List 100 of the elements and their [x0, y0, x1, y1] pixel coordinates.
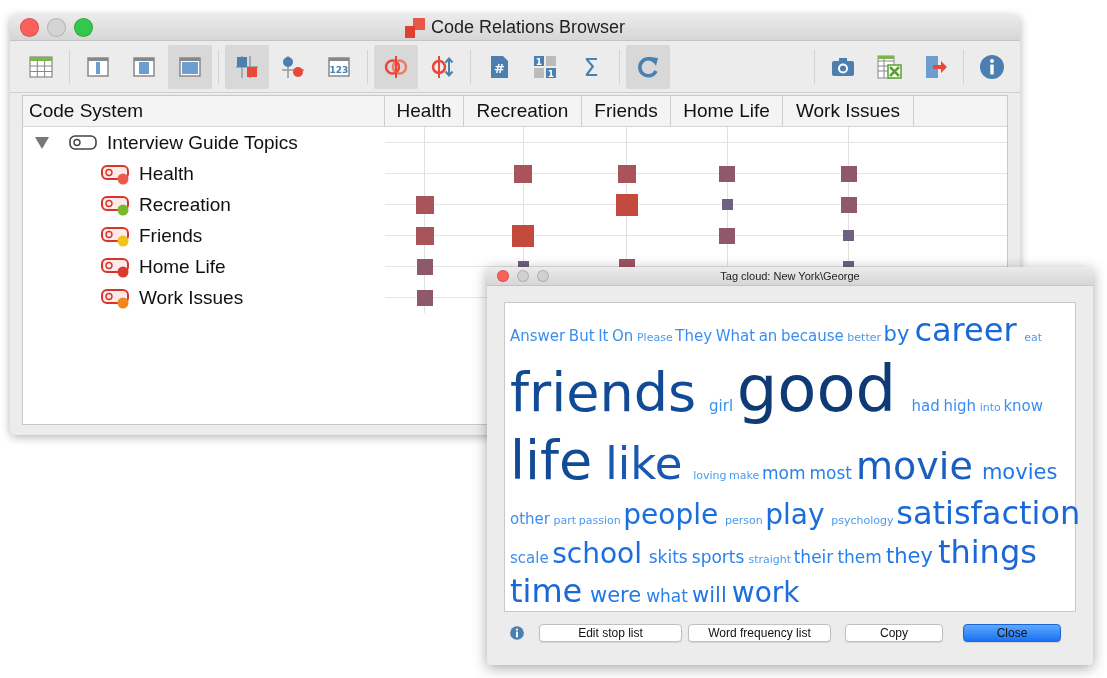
- dialog-button[interactable]: Word frequency list: [688, 624, 831, 642]
- relation-square[interactable]: [615, 193, 638, 216]
- toolbar-button[interactable]: [626, 44, 670, 89]
- relation-square[interactable]: [719, 165, 735, 182]
- cloud-word[interactable]: It: [598, 327, 609, 346]
- cloud-word[interactable]: they: [885, 544, 933, 570]
- cloud-word[interactable]: satisfaction: [896, 494, 1081, 533]
- cloud-word[interactable]: better: [847, 331, 881, 345]
- relation-square[interactable]: [721, 199, 733, 210]
- toolbar-button[interactable]: [225, 44, 269, 89]
- code-tag-icon: [101, 288, 129, 304]
- cloud-word[interactable]: them: [837, 547, 882, 568]
- code-label[interactable]: Home Life: [139, 255, 226, 278]
- cloud-word[interactable]: most: [809, 463, 852, 484]
- relation-square[interactable]: [840, 165, 857, 182]
- relation-square[interactable]: [617, 164, 636, 183]
- column-header[interactable]: Home Life: [671, 96, 783, 126]
- cloud-word[interactable]: What: [715, 327, 756, 346]
- cloud-word[interactable]: life: [510, 428, 593, 494]
- cloud-word[interactable]: play: [765, 498, 825, 533]
- cloud-word[interactable]: school: [552, 537, 643, 572]
- toolbar-button[interactable]: 123: [317, 44, 361, 89]
- cloud-word[interactable]: person: [724, 514, 763, 528]
- cloud-word[interactable]: part: [553, 514, 577, 528]
- column-header[interactable]: Health: [385, 96, 464, 126]
- toolbar-button[interactable]: Σ: [569, 44, 613, 89]
- cloud-word[interactable]: good: [736, 350, 897, 429]
- cloud-word[interactable]: girl: [709, 397, 734, 416]
- relation-square[interactable]: [840, 196, 857, 213]
- cloud-word[interactable]: They: [675, 327, 713, 346]
- code-tag-icon: [101, 195, 129, 211]
- cloud-word[interactable]: psychology: [831, 514, 894, 528]
- code-label[interactable]: Interview Guide Topics: [107, 131, 298, 154]
- toolbar-button[interactable]: #: [477, 44, 521, 89]
- cloud-word[interactable]: sports: [691, 547, 745, 568]
- relation-square[interactable]: [719, 227, 735, 244]
- toolbar-button[interactable]: [168, 44, 212, 89]
- cloud-word[interactable]: friends: [510, 360, 697, 426]
- cloud-word[interactable]: But: [568, 327, 595, 346]
- cloud-word[interactable]: eat: [1024, 331, 1043, 345]
- cloud-word[interactable]: high: [943, 397, 977, 416]
- cloud-word[interactable]: were: [589, 583, 642, 609]
- cloud-word[interactable]: straight: [748, 553, 792, 567]
- cloud-word[interactable]: Answer: [510, 327, 566, 346]
- cloud-word[interactable]: know: [1003, 397, 1044, 416]
- sigma-icon: Σ: [577, 52, 605, 81]
- dialog-button[interactable]: Edit stop list: [539, 624, 682, 642]
- info-icon: [978, 52, 1006, 81]
- cloud-word[interactable]: scale: [510, 549, 549, 568]
- code-tag-icon: [101, 257, 129, 273]
- cloud-word[interactable]: what: [646, 586, 688, 607]
- disclosure-triangle[interactable]: [35, 136, 49, 149]
- cloud-word[interactable]: into: [979, 401, 1001, 415]
- code-label[interactable]: Health: [139, 162, 194, 185]
- window-title: Tag cloud: New York\George: [720, 270, 860, 282]
- cloud-word[interactable]: time: [510, 572, 583, 612]
- cloud-word[interactable]: passion: [578, 514, 621, 528]
- toolbar-button[interactable]: 1 1: [523, 44, 567, 89]
- window-title: Code Relations Browser: [430, 17, 626, 38]
- toolbar-button[interactable]: [374, 44, 418, 89]
- cloud-word[interactable]: their: [793, 547, 834, 568]
- code-label[interactable]: Recreation: [139, 193, 231, 216]
- zoom-button[interactable]: [74, 18, 93, 37]
- relation-square[interactable]: [416, 258, 433, 275]
- dialog-button[interactable]: Close: [963, 624, 1061, 642]
- relation-square[interactable]: [415, 195, 434, 214]
- app-logo-icon: [404, 17, 425, 38]
- cloud-word[interactable]: like: [605, 437, 683, 492]
- cloud-word[interactable]: movies: [981, 460, 1058, 486]
- cloud-word[interactable]: career: [914, 311, 1017, 351]
- cloud-word[interactable]: Please: [636, 331, 673, 345]
- cloud-word[interactable]: skits: [648, 547, 688, 568]
- cloud-word[interactable]: things: [937, 533, 1037, 573]
- close-button[interactable]: [20, 18, 39, 37]
- relation-square[interactable]: [415, 226, 434, 245]
- relation-square[interactable]: [512, 224, 534, 247]
- cloud-word[interactable]: an: [758, 327, 778, 346]
- code-label[interactable]: Friends: [139, 224, 203, 247]
- cloud-word[interactable]: will: [692, 583, 727, 609]
- dialog-button[interactable]: Copy: [845, 624, 943, 642]
- cloud-word[interactable]: people: [623, 498, 719, 533]
- close-button[interactable]: [497, 270, 509, 282]
- cloud-word[interactable]: loving: [693, 469, 727, 483]
- relation-square[interactable]: [416, 289, 433, 306]
- relation-square[interactable]: [514, 164, 532, 183]
- column-header[interactable]: Work Issues: [783, 96, 914, 126]
- spreadsheet-export-icon: [875, 52, 903, 81]
- cloud-word[interactable]: by: [883, 322, 910, 348]
- cloud-word[interactable]: work: [731, 576, 800, 611]
- cloud-word[interactable]: make: [729, 469, 760, 483]
- cloud-word[interactable]: mom: [761, 463, 806, 484]
- column-header[interactable]: Code System: [23, 96, 385, 126]
- column-header[interactable]: Recreation: [464, 96, 582, 126]
- cloud-word[interactable]: On: [612, 327, 634, 346]
- column-header[interactable]: Friends: [582, 96, 671, 126]
- cloud-word[interactable]: had: [911, 397, 940, 416]
- cloud-word[interactable]: movie: [856, 443, 973, 490]
- code-label[interactable]: Work Issues: [139, 286, 244, 309]
- cloud-word[interactable]: because: [780, 327, 844, 346]
- cloud-word[interactable]: other: [510, 510, 550, 529]
